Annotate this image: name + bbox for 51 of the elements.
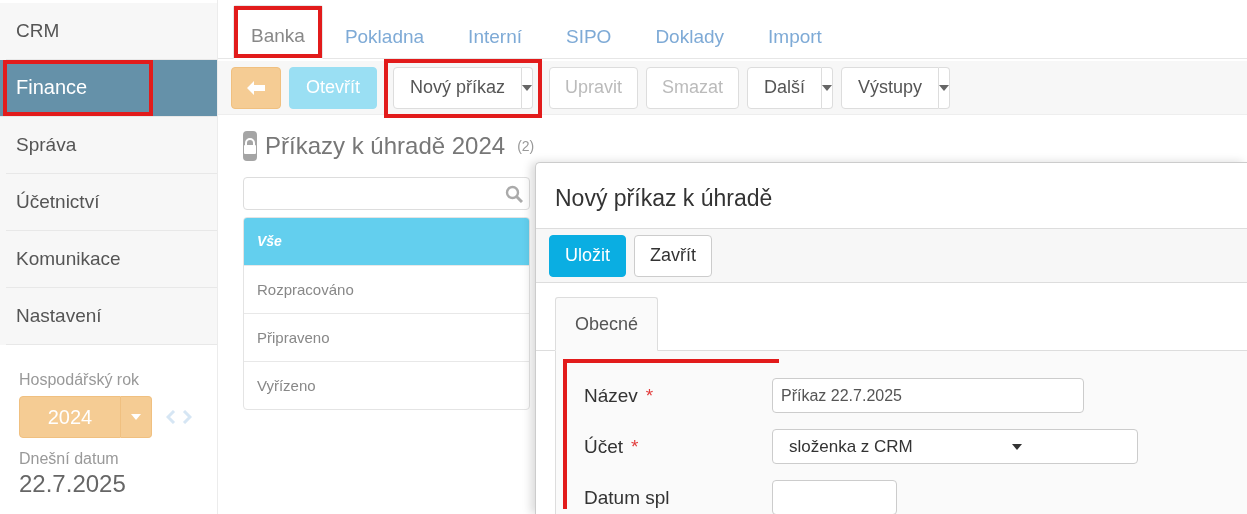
field-label: Název <box>584 384 638 406</box>
caret-icon <box>131 414 141 420</box>
toolbar-button[interactable]: Nový příkaz <box>393 66 523 109</box>
required-mark: * <box>631 435 639 457</box>
toolbar-button[interactable]: Výstupy <box>841 66 940 109</box>
year-dropdown-button[interactable] <box>121 396 152 438</box>
save-button[interactable]: Uložit <box>549 234 626 277</box>
caret-icon <box>822 84 833 91</box>
dropdown-button[interactable] <box>522 66 534 109</box>
dropdown-button[interactable] <box>939 66 951 109</box>
select-field[interactable]: složenka z CRM <box>772 429 1138 464</box>
page-title: Příkazy k úhradě 2024 <box>265 132 506 160</box>
item-count: (2) <box>517 138 535 154</box>
sidebar-item[interactable]: Komunikace <box>6 231 217 288</box>
search-icon <box>505 184 523 203</box>
caret-icon <box>939 84 950 91</box>
previous-icon[interactable] <box>166 410 176 424</box>
search-field[interactable] <box>243 177 530 210</box>
field-label: Účet <box>584 435 624 457</box>
dropdown-button[interactable] <box>822 66 834 109</box>
next-icon[interactable] <box>182 410 192 424</box>
filter-item[interactable]: Vyřízeno <box>244 361 529 409</box>
tab[interactable]: Import <box>746 7 844 59</box>
caret-icon <box>1011 443 1022 450</box>
today-label: Dnešní datum <box>19 450 120 468</box>
tab[interactable]: Pokladna <box>322 7 447 59</box>
today-date: 22.7.2025 <box>19 470 127 498</box>
tab[interactable]: Interní <box>446 7 544 59</box>
fiscal-year-label: Hospodářský rok <box>19 371 141 389</box>
close-button[interactable]: Zavřít <box>634 234 713 277</box>
sidebar-item[interactable]: Finance <box>0 60 217 117</box>
lock-icon <box>243 131 257 161</box>
required-mark: * <box>645 384 654 406</box>
select-value: složenka z CRM <box>789 436 913 457</box>
text-field[interactable]: Příkaz 22.7.2025 <box>772 378 1084 413</box>
caret-icon <box>522 84 533 91</box>
tab[interactable]: Obecné <box>555 297 659 351</box>
sidebar-item[interactable]: Účetnictví <box>6 174 217 231</box>
sidebar-item[interactable]: Nastavení <box>6 288 217 345</box>
tab[interactable]: Banka <box>233 5 323 59</box>
tab[interactable]: SIPO <box>544 7 634 59</box>
arrow-left-icon <box>247 80 265 95</box>
filter-item[interactable]: Připraveno <box>244 313 529 361</box>
toolbar-button[interactable]: Další <box>747 66 823 109</box>
tab[interactable]: Doklady <box>633 7 747 59</box>
field-label: Datum spl <box>584 486 670 508</box>
filter-item[interactable]: Rozpracováno <box>244 265 529 313</box>
sidebar-item[interactable]: Správa <box>6 117 217 174</box>
date-field[interactable] <box>772 480 897 514</box>
dialog-title: Nový příkaz k úhradě <box>554 184 774 213</box>
back-button[interactable] <box>231 66 281 109</box>
